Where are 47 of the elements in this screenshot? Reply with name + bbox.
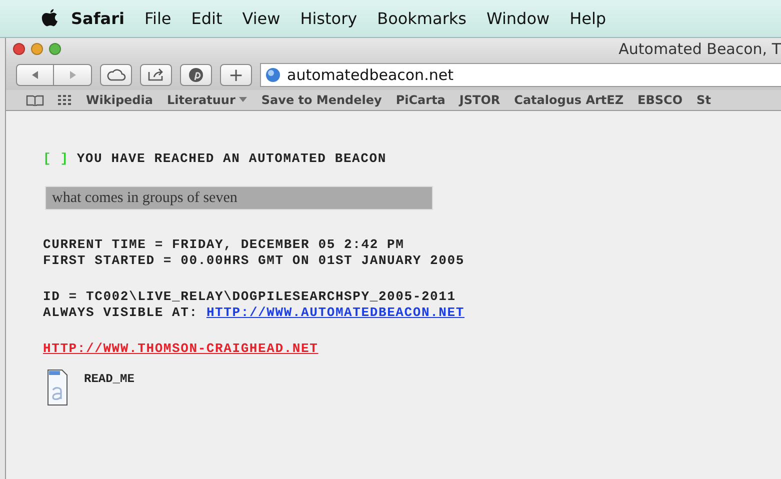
bookmark-item[interactable]: Save to Mendeley	[261, 93, 382, 107]
new-tab-button[interactable]: +	[220, 64, 252, 86]
checkbox-text: [ ]	[43, 151, 69, 166]
menu-item[interactable]: Help	[570, 9, 606, 28]
menu-item[interactable]: History	[300, 9, 358, 28]
forward-button[interactable]	[54, 64, 92, 86]
info-text: FIRST STARTED = 00.00HRS GMT ON 01ST JANUARY 2005	[43, 253, 464, 268]
apple-icon[interactable]	[41, 8, 59, 28]
window-title: Automated Beacon, T	[618, 40, 781, 58]
forward-icon	[68, 70, 78, 80]
menu-item[interactable]: View	[242, 9, 280, 28]
menu-item[interactable]: Safari	[71, 9, 124, 28]
info-text: ID = TC002\LIVE_RELAY\DOGPILESEARCHSPY_2005-2011	[43, 289, 456, 304]
grid-icon[interactable]	[58, 94, 72, 106]
menu-item[interactable]: Edit	[191, 9, 222, 28]
bookmark-item[interactable]: Literatuur	[166, 93, 248, 107]
share-icon	[147, 68, 165, 82]
back-icon	[30, 70, 40, 80]
book-icon[interactable]	[26, 94, 44, 106]
globe-icon	[265, 67, 281, 83]
zoom-button[interactable]	[49, 43, 61, 55]
file-name[interactable]: READ_ME	[84, 372, 134, 386]
bookmark-item[interactable]: EBSCO	[638, 93, 683, 107]
caret-icon	[239, 97, 248, 103]
pinterest-button[interactable]	[180, 64, 212, 86]
bookmark-item[interactable]: St	[696, 93, 711, 107]
share-button[interactable]	[140, 64, 172, 86]
close-button[interactable]	[13, 43, 25, 55]
minimize-button[interactable]	[31, 43, 43, 55]
pin-icon	[188, 67, 204, 83]
bookmark-item[interactable]: Wikipedia	[86, 93, 153, 107]
info-text: CURRENT TIME = FRIDAY, DECEMBER 05 2:42 PM	[43, 237, 404, 252]
message-bar: what comes in groups of seven	[45, 186, 433, 210]
heading: YOU HAVE REACHED AN AUTOMATED BEACON	[76, 151, 386, 166]
menu-item[interactable]: Bookmarks	[377, 9, 466, 28]
back-button[interactable]	[16, 64, 54, 86]
info-label: ALWAYS VISIBLE AT:	[43, 305, 198, 320]
menu-item[interactable]: File	[144, 9, 172, 28]
menu-item[interactable]: Window	[486, 9, 550, 28]
icloud-button[interactable]	[100, 64, 132, 86]
bookmark-item[interactable]: JSTOR	[459, 93, 500, 107]
bookmark-item[interactable]: PiCarta	[396, 93, 446, 107]
cloud-icon	[106, 68, 126, 82]
artist-link[interactable]: HTTP://WWW.THOMSON-CRAIGHEAD.NET	[43, 341, 326, 356]
site-link[interactable]: HTTP://WWW.AUTOMATEDBEACON.NET	[206, 305, 464, 320]
address-field[interactable]: automatedbeacon.net	[260, 63, 781, 87]
bookmark-item[interactable]: Catalogus ArtEZ	[514, 93, 624, 107]
